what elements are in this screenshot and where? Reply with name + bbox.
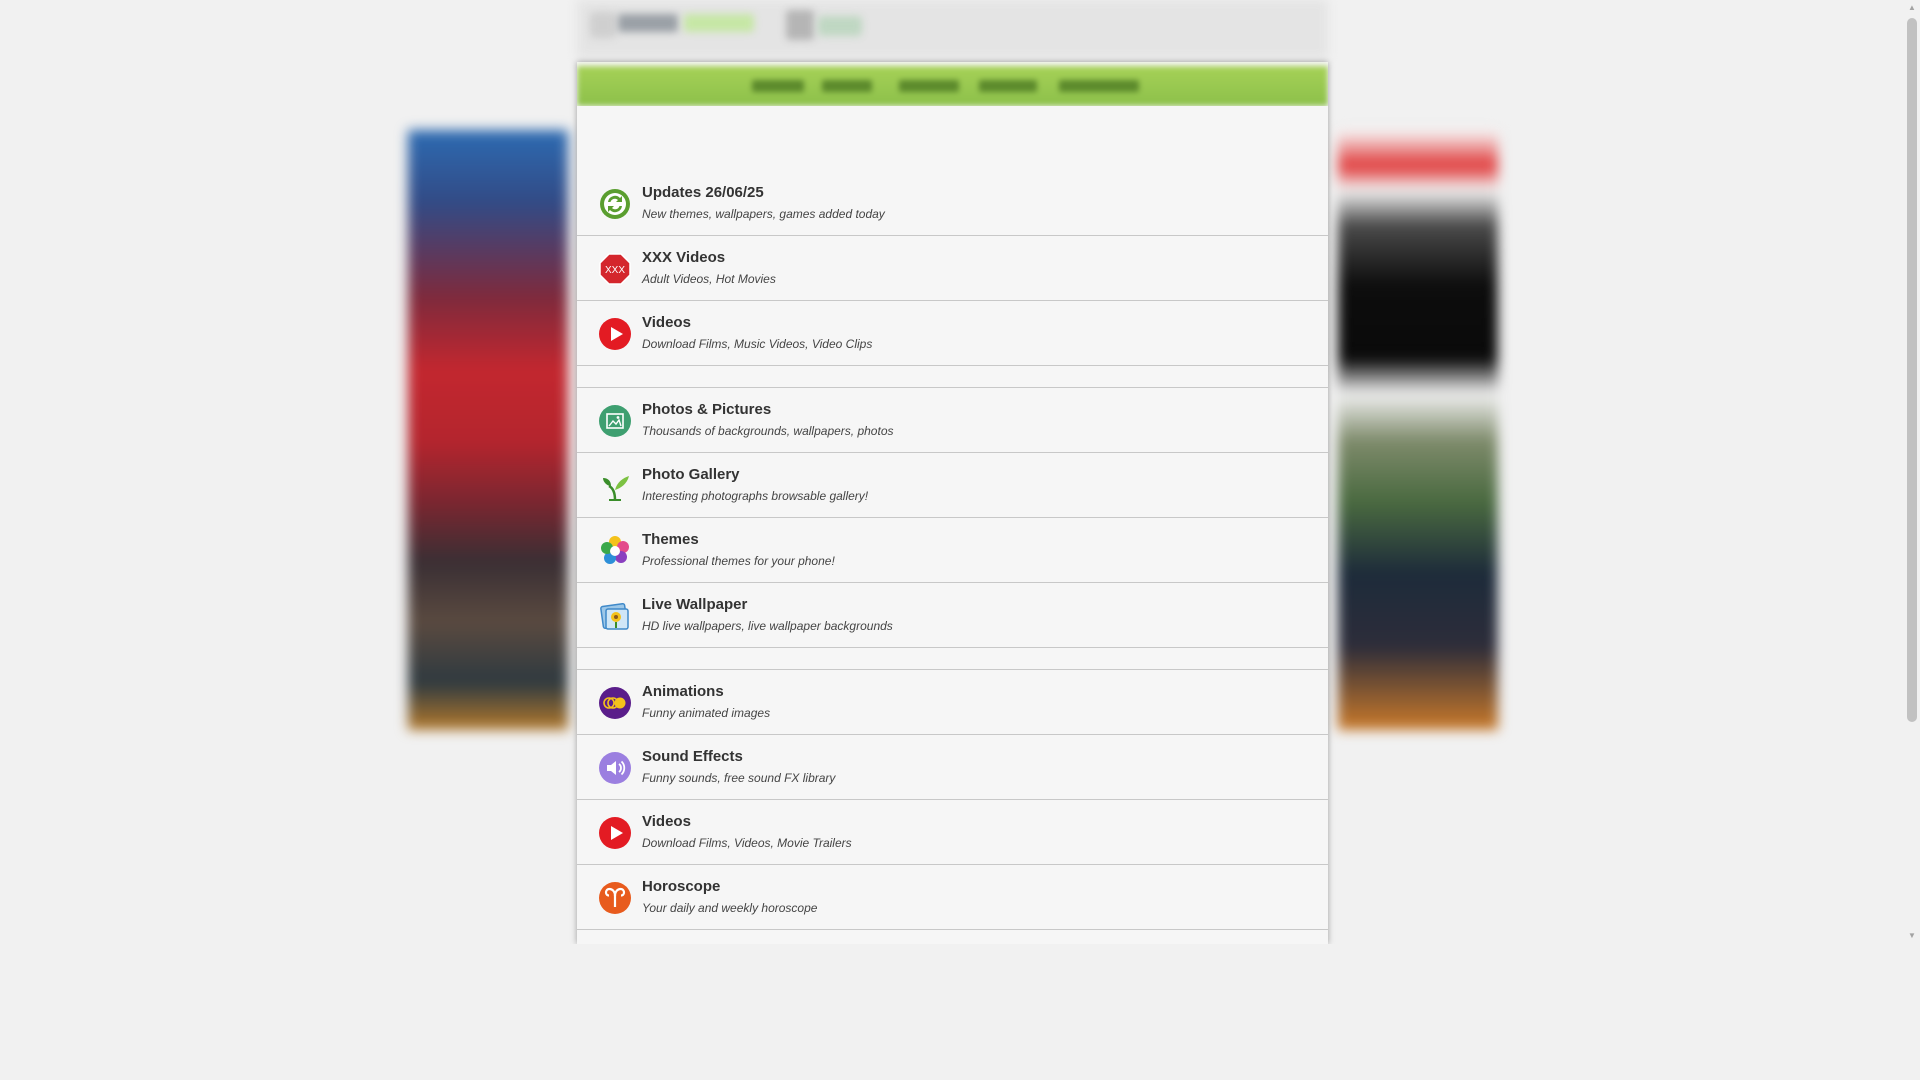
category-title[interactable]: Themes xyxy=(642,531,699,548)
vertical-scrollbar[interactable]: ▲ ▼ xyxy=(1904,0,1920,944)
refresh-icon xyxy=(599,188,631,220)
header-icon[interactable] xyxy=(786,10,814,40)
browser-viewport: Updates 26/06/25 New themes, wallpapers, … xyxy=(0,0,1920,944)
flower-icon xyxy=(599,535,631,567)
category-description: Funny animated images xyxy=(642,706,771,720)
category-row[interactable]: Themes Professional themes for your phone… xyxy=(577,518,1328,583)
category-row[interactable]: Photos & Pictures Thousands of background… xyxy=(577,388,1328,453)
main-panel: Updates 26/06/25 New themes, wallpapers, … xyxy=(577,62,1328,944)
category-row[interactable]: Live Wallpaper HD live wallpapers, live w… xyxy=(577,583,1328,648)
scroll-thumb[interactable] xyxy=(1907,18,1917,722)
category-row[interactable]: Videos Download Films, Videos, Movie Trai… xyxy=(577,800,1328,865)
category-row[interactable]: Updates 26/06/25 New themes, wallpapers, … xyxy=(577,171,1328,236)
sprout-icon xyxy=(599,470,631,502)
aries-icon xyxy=(599,882,631,914)
category-description: Download Films, Music Videos, Video Clip… xyxy=(642,337,873,351)
speaker-icon xyxy=(599,752,631,784)
nav-item-1[interactable] xyxy=(752,80,804,92)
nav-item-4[interactable] xyxy=(979,80,1037,92)
nav-item-5[interactable] xyxy=(1059,80,1139,92)
play-icon xyxy=(599,318,631,350)
section-separator xyxy=(577,366,1328,388)
category-title[interactable]: Updates 26/06/25 xyxy=(642,184,764,201)
category-row[interactable]: Sound Effects Funny sounds, free sound FX… xyxy=(577,735,1328,800)
category-title[interactable]: Sound Effects xyxy=(642,748,743,765)
category-description: Professional themes for your phone! xyxy=(642,554,835,568)
category-description: New themes, wallpapers, games added toda… xyxy=(642,207,885,221)
page-background xyxy=(0,944,1920,1080)
header-badge[interactable] xyxy=(818,16,862,36)
category-title[interactable]: Animations xyxy=(642,683,724,700)
svg-text:XXX: XXX xyxy=(605,265,625,276)
left-banner-ad[interactable] xyxy=(408,130,568,730)
category-description: Adult Videos, Hot Movies xyxy=(642,272,776,286)
sunflower-picture-icon xyxy=(599,600,631,632)
scroll-up-arrow-icon[interactable]: ▲ xyxy=(1908,4,1916,12)
category-title[interactable]: Live Wallpaper xyxy=(642,596,747,613)
site-logo-icon[interactable] xyxy=(590,12,616,38)
animation-icon xyxy=(599,687,631,719)
category-title[interactable]: Videos xyxy=(642,314,691,331)
category-title[interactable]: XXX Videos xyxy=(642,249,725,266)
play-icon xyxy=(599,817,631,849)
category-row[interactable]: Animations Funny animated images xyxy=(577,670,1328,735)
site-logo-wordmark[interactable] xyxy=(618,14,678,32)
nav-menu-bar xyxy=(577,66,1328,106)
category-description: Funny sounds, free sound FX library xyxy=(642,771,836,785)
category-title[interactable]: Photo Gallery xyxy=(642,466,740,483)
category-description: Download Films, Videos, Movie Trailers xyxy=(642,836,852,850)
category-title[interactable]: Photos & Pictures xyxy=(642,401,771,418)
category-row[interactable]: Photo Gallery Interesting photographs bro… xyxy=(577,453,1328,518)
nav-item-2[interactable] xyxy=(822,80,872,92)
category-description: Your daily and weekly horoscope xyxy=(642,901,818,915)
category-row[interactable]: Horoscope Your daily and weekly horoscope xyxy=(577,865,1328,930)
category-title[interactable]: Videos xyxy=(642,813,691,830)
ad-space xyxy=(577,106,1328,172)
scroll-down-arrow-icon[interactable]: ▼ xyxy=(1908,932,1916,940)
category-description: Interesting photographs browsable galler… xyxy=(642,489,869,503)
nav-item-3[interactable] xyxy=(899,80,959,92)
category-row[interactable]: Videos Download Films, Music Videos, Vide… xyxy=(577,301,1328,366)
category-description: Thousands of backgrounds, wallpapers, ph… xyxy=(642,424,894,438)
picture-icon xyxy=(599,405,631,437)
xxx-stop-icon: XXX xyxy=(599,253,631,285)
section-separator xyxy=(577,648,1328,670)
site-logo-tagline xyxy=(684,14,754,32)
category-row[interactable]: XXX XXX Videos Adult Videos, Hot Movies xyxy=(577,236,1328,301)
right-banner-ad[interactable] xyxy=(1338,130,1498,730)
category-title[interactable]: Horoscope xyxy=(642,878,720,895)
category-description: HD live wallpapers, live wallpaper backg… xyxy=(642,619,893,633)
